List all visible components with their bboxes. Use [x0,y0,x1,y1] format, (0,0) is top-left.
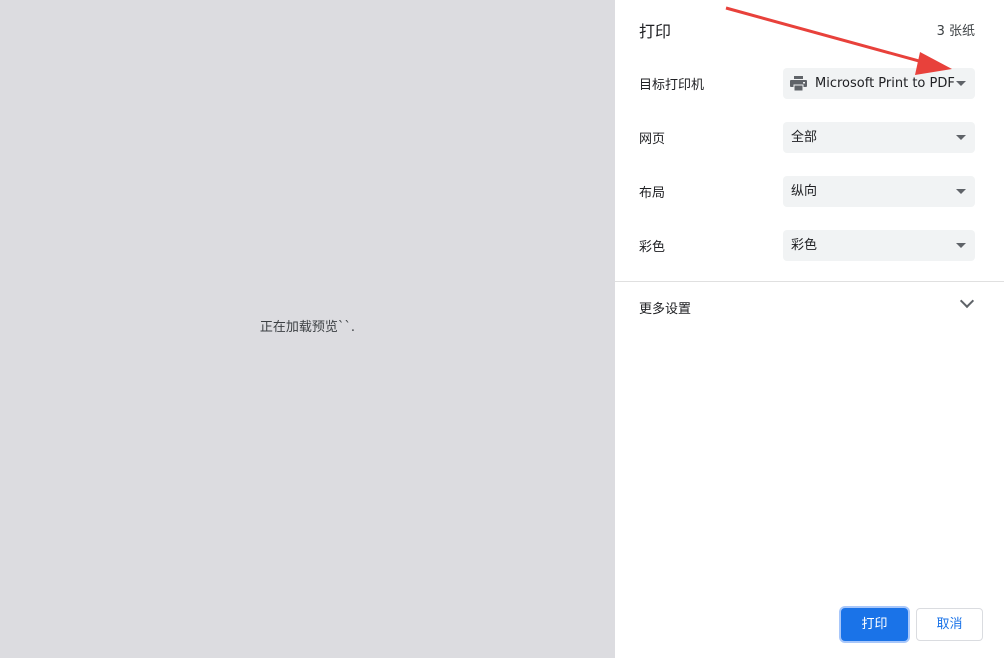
color-value: 彩色 [791,238,818,253]
pages-value: 全部 [791,130,818,145]
printer-icon [790,76,807,91]
color-select[interactable]: 彩色 [783,230,975,261]
destination-select[interactable]: Microsoft Print to PDF [783,68,975,99]
loading-preview-text: 正在加载预览``. [259,320,356,335]
sheet-count: 3 张纸 [936,24,975,39]
print-button[interactable]: 打印 [841,608,908,641]
more-settings-toggle[interactable]: 更多设置 [639,298,691,317]
layout-select[interactable]: 纵向 [783,176,975,207]
print-preview-area: 正在加载预览``. [0,0,615,658]
dropdown-caret-icon [956,243,966,248]
panel-title: 打印 [639,22,672,41]
dropdown-caret-icon [956,81,966,86]
chevron-down-icon[interactable] [959,293,975,309]
print-settings-panel: 打印 3 张纸 目标打印机 Microsoft Print to PDF 网页 … [615,0,1004,658]
section-divider [615,281,1004,282]
cancel-button[interactable]: 取消 [916,608,983,641]
destination-label: 目标打印机 [639,78,705,93]
dropdown-caret-icon [956,189,966,194]
dropdown-caret-icon [956,135,966,140]
color-label: 彩色 [639,240,666,255]
pages-label: 网页 [639,132,666,147]
destination-value: Microsoft Print to PDF [815,76,955,91]
layout-label: 布局 [639,186,666,201]
pages-select[interactable]: 全部 [783,122,975,153]
layout-value: 纵向 [791,184,818,199]
